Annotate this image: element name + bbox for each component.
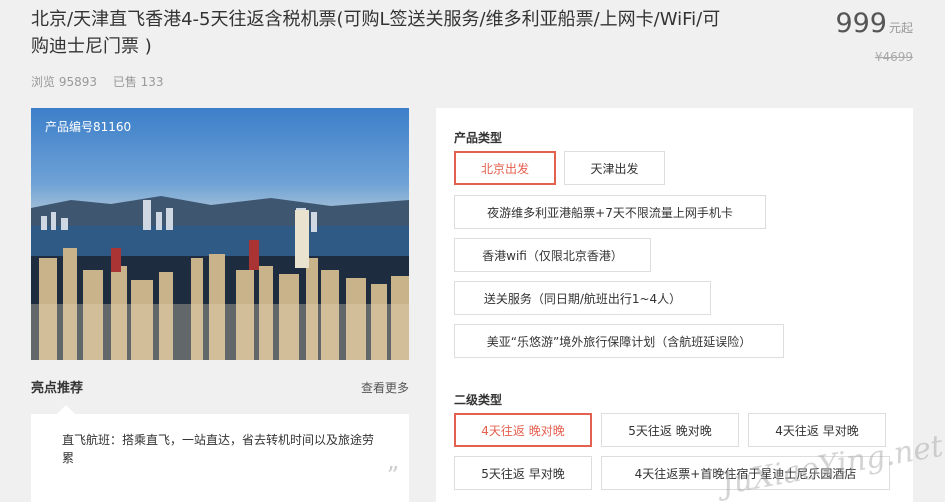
current-price: 999 元起 bbox=[835, 8, 913, 44]
highlights-header: 亮点推荐 查看更多 bbox=[31, 377, 409, 396]
option-tianjin-departure[interactable]: 天津出发 bbox=[564, 151, 665, 185]
city-skyline-illustration bbox=[31, 196, 409, 360]
product-stats: 浏览 95893 已售 133 bbox=[31, 73, 176, 90]
highlight-card: 直飞航班：搭乘直飞，一站直达，省去转机时间以及旅途劳累 ” bbox=[31, 405, 409, 502]
option-travel-insurance[interactable]: 美亚“乐悠游”境外旅行保障计划（含航班延误险） bbox=[454, 324, 784, 358]
quote-icon: ” bbox=[386, 462, 399, 490]
product-photo[interactable]: 产品编号81160 bbox=[31, 108, 409, 360]
product-type-label: 产品类型 bbox=[454, 131, 503, 145]
original-price: ¥4699 bbox=[874, 50, 913, 64]
highlights-title: 亮点推荐 bbox=[31, 381, 84, 396]
product-code: 产品编号81160 bbox=[45, 120, 132, 134]
option-5day-morn-eve[interactable]: 5天往返 早对晚 bbox=[454, 456, 592, 490]
option-beijing-departure[interactable]: 北京出发 bbox=[454, 151, 556, 185]
views-count: 浏览 95893 bbox=[31, 75, 97, 89]
options-panel: 产品类型 北京出发 天津出发 夜游维多利亚港船票+7天不限流量上网手机卡 香港w… bbox=[436, 108, 913, 502]
price-unit: 元起 bbox=[888, 21, 913, 35]
price-box: 999 元起 ¥4699 bbox=[835, 8, 913, 64]
product-title: 北京/天津直飞香港4-5天往返含税机票(可购L签送关服务/维多利亚船票/上网卡/… bbox=[31, 9, 721, 57]
view-more-link[interactable]: 查看更多 bbox=[361, 379, 409, 396]
sold-count: 已售 133 bbox=[112, 75, 164, 89]
option-5day-eve-eve[interactable]: 5天往返 晚对晚 bbox=[601, 413, 739, 447]
highlight-text: 直飞航班：搭乘直飞，一站直达，省去转机时间以及旅途劳累 bbox=[62, 433, 375, 465]
option-hk-wifi[interactable]: 香港wifi（仅限北京香港） bbox=[454, 238, 651, 272]
card-pointer bbox=[57, 405, 75, 414]
option-airport-send-off[interactable]: 送关服务（同日期/航班出行1~4人） bbox=[454, 281, 711, 315]
option-harbour-ferry-sim[interactable]: 夜游维多利亚港船票+7天不限流量上网手机卡 bbox=[454, 195, 766, 229]
price-value: 999 bbox=[835, 8, 887, 39]
sub-type-label: 二级类型 bbox=[454, 393, 503, 407]
option-4day-eve-eve[interactable]: 4天往返 晚对晚 bbox=[454, 413, 592, 447]
